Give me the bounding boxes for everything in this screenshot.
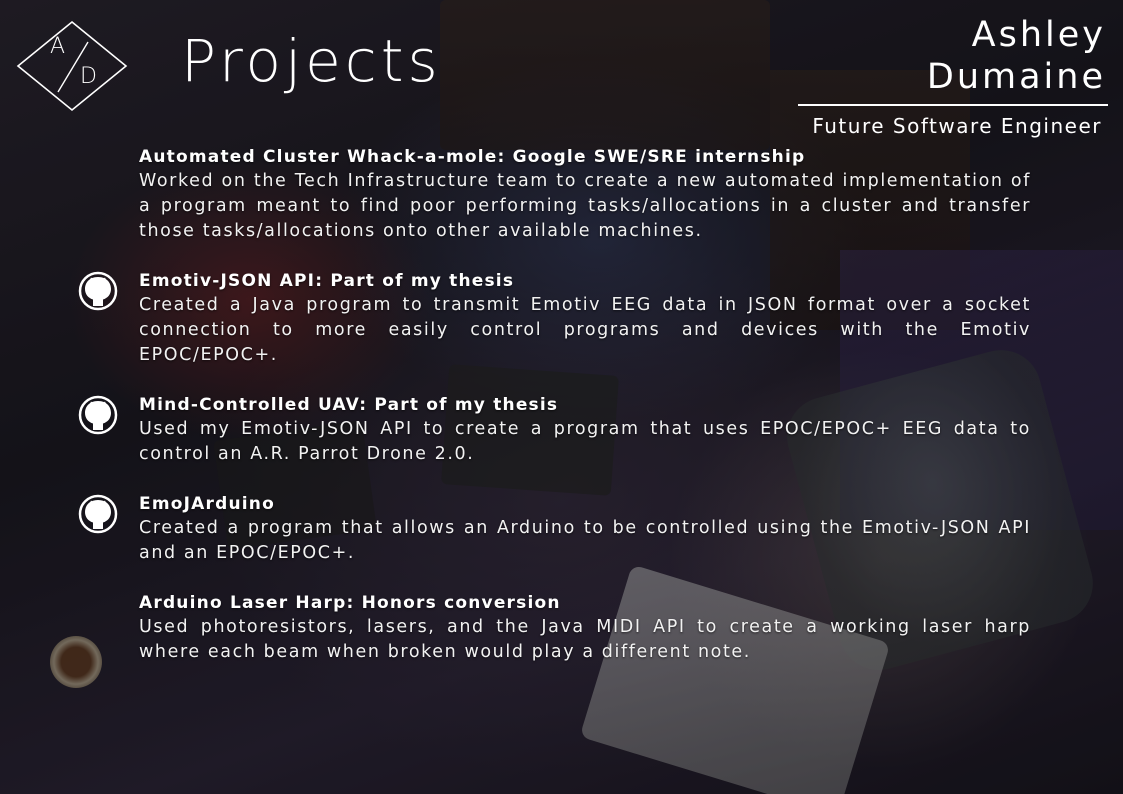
project-item: Automated Cluster Whack-a-mole: Google S… [139,145,1031,244]
project-description: Used my Emotiv-JSON API to create a prog… [139,419,1031,464]
project-item: Emotiv-JSON API: Part of my thesis Creat… [78,269,1031,368]
project-title: Mind-Controlled UAV: Part of my thesis [139,395,559,415]
monogram-logo: A D [16,20,128,112]
author-role: Future Software Engineer [812,114,1102,138]
project-description: Created a program that allows an Arduino… [139,518,1031,563]
project-title: Emotiv-JSON API: Part of my thesis [139,271,515,291]
project-title: EmoJArduino [139,494,275,514]
project-item: Mind-Controlled UAV: Part of my thesis U… [78,393,1031,467]
monogram-diamond-icon [16,20,128,112]
monogram-second-letter: D [80,64,97,89]
project-description: Worked on the Tech Infrastructure team t… [139,171,1031,241]
github-icon[interactable] [78,395,118,435]
name-divider [798,104,1108,106]
project-list: Automated Cluster Whack-a-mole: Google S… [78,145,1031,690]
project-description: Created a Java program to transmit Emoti… [139,295,1031,365]
project-item: Arduino Laser Harp: Honors conversion Us… [139,591,1031,665]
github-icon[interactable] [78,494,118,534]
github-icon[interactable] [78,271,118,311]
name-block: Ashley Dumaine Future Software Engineer [798,14,1108,138]
project-item: EmoJArduino Created a program that allow… [78,492,1031,566]
page-title: Projects [181,27,442,95]
project-title: Automated Cluster Whack-a-mole: Google S… [139,147,806,167]
monogram-first-letter: A [50,34,66,59]
project-description: Used photoresistors, lasers, and the Jav… [139,617,1031,662]
project-title: Arduino Laser Harp: Honors conversion [139,593,561,613]
author-name: Ashley Dumaine [926,15,1106,97]
